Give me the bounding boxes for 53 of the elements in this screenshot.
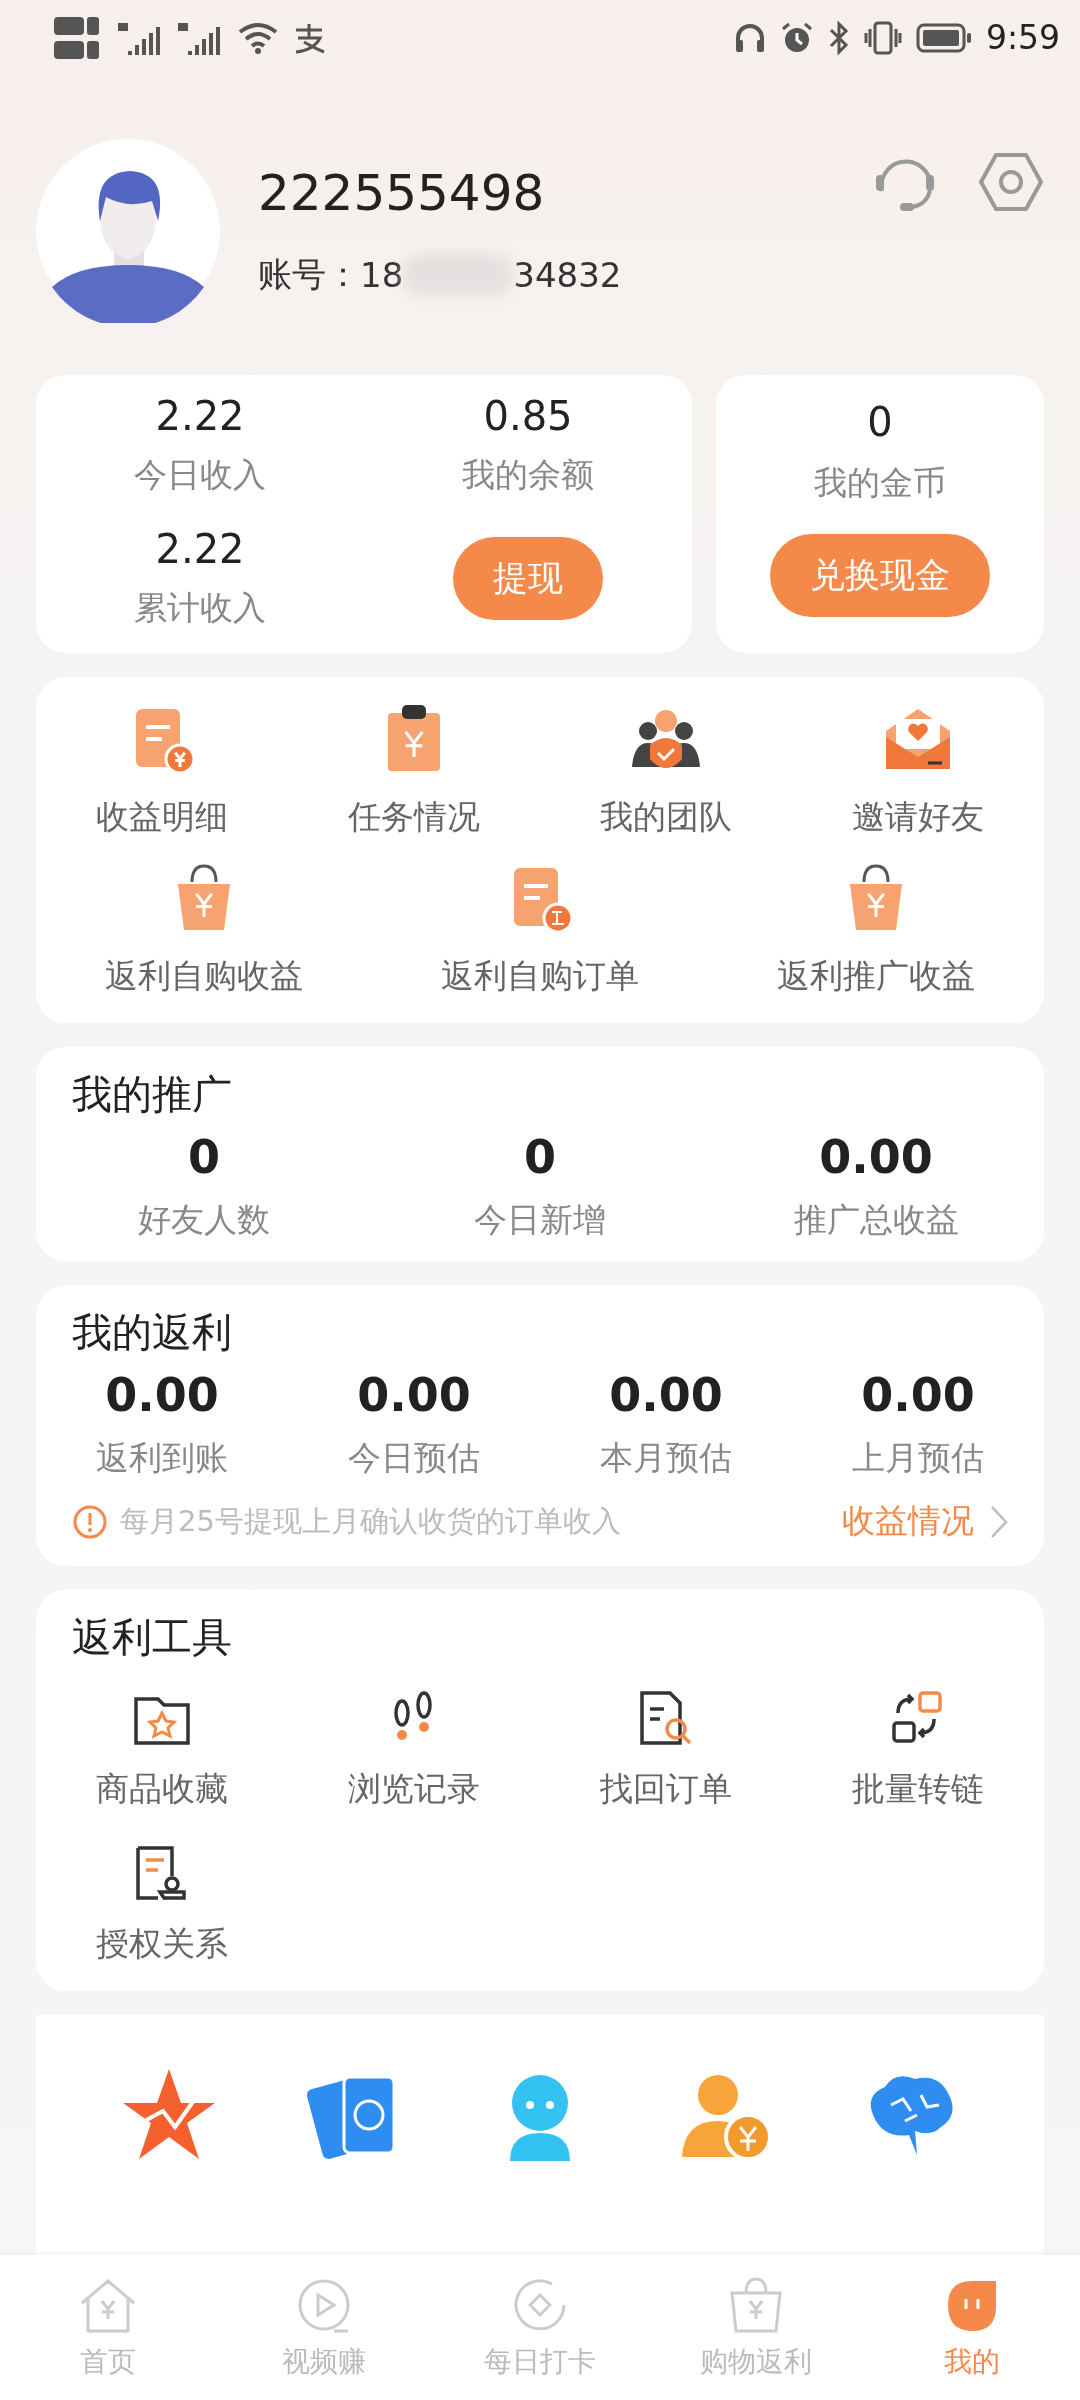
shortcut-item[interactable]: 返利自购收益 [36, 850, 372, 1009]
stat-value: 0 [524, 1130, 556, 1184]
chevron-right-icon [990, 1504, 1008, 1539]
account-label: 账号： [258, 253, 360, 296]
status-time: 9:59 [985, 18, 1060, 57]
stat-value: 0.85 [483, 393, 573, 439]
bluetooth-icon [827, 20, 850, 55]
tool-item[interactable]: 商品收藏 [36, 1675, 288, 1822]
wifi-icon [238, 21, 278, 54]
shortcut-item[interactable]: 收益明细 [36, 691, 288, 850]
info-icon [72, 1503, 108, 1540]
headphones-icon [733, 21, 766, 54]
stat-label: 好友人数 [138, 1199, 270, 1241]
stat-value: 0.00 [357, 1368, 471, 1422]
stat-label: 我的金币 [814, 462, 946, 504]
stat-label: 返利到账 [96, 1437, 228, 1479]
stat-label: 我的余额 [462, 454, 594, 496]
stat-label: 今日新增 [474, 1199, 606, 1241]
settings-icon[interactable] [978, 151, 1044, 213]
account-number: 18 [360, 255, 404, 295]
stat-value: 0.00 [609, 1368, 723, 1422]
stat-label: 推广总收益 [793, 1199, 959, 1241]
stat-value: 2.22 [155, 526, 245, 572]
tool-item[interactable]: 授权关系 [36, 1830, 288, 1977]
stat-label: 今日预估 [348, 1437, 480, 1479]
stat-label: 本月预估 [600, 1437, 732, 1479]
section-title: 我的推广 [71, 1070, 233, 1119]
stat-value: 0 [188, 1130, 220, 1184]
vibrate-icon [863, 20, 902, 55]
notice-text: 每月25号提现上月确认收货的订单收入 [120, 1502, 622, 1540]
alarm-icon [779, 20, 814, 55]
shortcut-item[interactable]: 我的团队 [540, 691, 792, 850]
shortcut-item[interactable]: 返利推广收益 [708, 850, 1044, 1009]
stat-value: 0.00 [105, 1368, 219, 1422]
shortcut-item[interactable]: 返利自购订单 [372, 850, 708, 1009]
stat-value: 2.22 [155, 393, 245, 439]
battery-icon [915, 22, 972, 53]
avatar[interactable] [36, 139, 220, 323]
shortcut-item[interactable]: 邀请好友 [792, 691, 1044, 850]
tool-item[interactable]: 批量转链 [792, 1675, 1044, 1822]
stat-label: 今日收入 [134, 454, 266, 496]
section-title: 我的返利 [71, 1308, 233, 1357]
section-title: 返利工具 [71, 1613, 233, 1662]
shortcut-item[interactable]: 任务情况 [288, 691, 540, 850]
username: 222555498 [258, 164, 546, 222]
stat-label: 上月预估 [852, 1437, 984, 1479]
stat-value: 0 [867, 399, 893, 445]
stat-value: 0.00 [861, 1368, 975, 1422]
tool-item[interactable]: 找回订单 [540, 1675, 792, 1822]
stat-value: 0.00 [819, 1130, 933, 1184]
tool-item[interactable]: 浏览记录 [288, 1675, 540, 1822]
account-number: 34832 [513, 255, 622, 295]
stat-label: 累计收入 [134, 587, 266, 629]
